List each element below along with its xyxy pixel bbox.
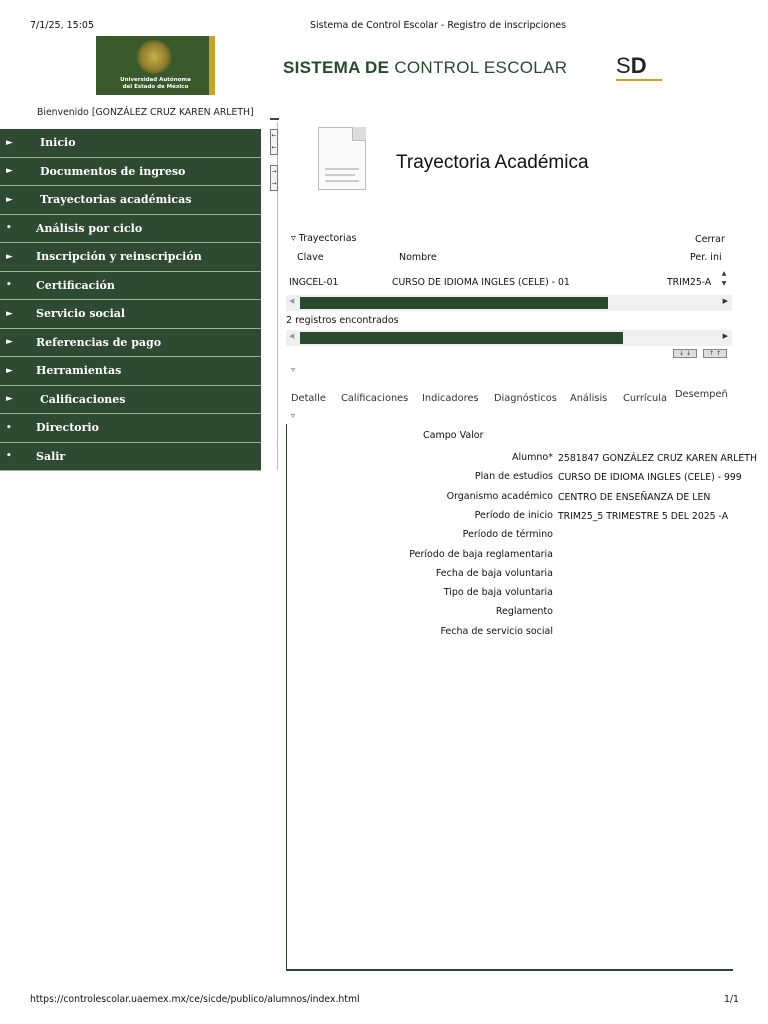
bullet-icon: • (6, 422, 12, 433)
sidebar-item-directorio[interactable]: • Directorio (0, 414, 261, 443)
footer-page-number: 1/1 (724, 994, 739, 1005)
sd-logo: SD (616, 53, 647, 78)
arrow-right-icon: ► (6, 166, 13, 177)
sidebar-item-label: Certificación (36, 278, 115, 292)
scroll-right-icon[interactable]: ▶ (723, 332, 728, 340)
field-label: Período de inicio (474, 509, 553, 521)
field-value: TRIM25_5 TRIMESTRE 5 DEL 2025 -A (558, 510, 729, 522)
cell-clave: INGCEL-01 (289, 277, 339, 288)
field-label: Período de término (462, 529, 553, 541)
print-title: Sistema de Control Escolar - Registro de… (310, 20, 567, 31)
field-label: Plan de estudios (474, 471, 553, 483)
scrollbar-thumb[interactable] (300, 297, 608, 309)
horizontal-scrollbar[interactable]: ◀ ▶ (286, 295, 732, 311)
sidebar-menu: ► Inicio ► Documentos de ingreso ► Trayectori… (0, 129, 261, 471)
sidebar-item-label: Calificaciones (40, 392, 126, 406)
sidebar-item-label: Salir (36, 449, 66, 463)
field-label: Alumno* (512, 452, 553, 463)
document-icon (318, 127, 366, 190)
field-label: Fecha de servicio social (440, 625, 553, 637)
page-title: Trayectoria Académica (396, 152, 589, 173)
sidebar-item-certificación[interactable]: • Certificación (0, 271, 261, 300)
tab-desempeñ[interactable]: Desempeñ (675, 389, 728, 400)
field-label: Organismo académico (446, 490, 553, 502)
university-name: Universidad Autónoma del Estado de Méxic… (120, 77, 191, 90)
sidebar-item-análisis-por-ciclo[interactable]: • Análisis por ciclo (0, 214, 261, 243)
sidebar-item-herramientas[interactable]: ► Herramientas (0, 357, 261, 386)
arrow-right-icon: ► (6, 194, 13, 205)
tab-análisis[interactable]: Análisis (570, 393, 607, 404)
spinner-up-icon[interactable]: ▲ (718, 269, 730, 279)
sidebar-item-documentos-de-ingreso[interactable]: ► Documentos de ingreso (0, 157, 261, 186)
bullet-icon: • (6, 451, 12, 462)
sidebar-item-servicio-social[interactable]: ► Servicio social (0, 300, 261, 329)
horizontal-scrollbar-2[interactable]: ◀ ▶ (286, 330, 732, 346)
arrow-right-icon: ► (6, 394, 13, 405)
arrow-right-icon: ► (6, 337, 13, 348)
arrow-right-icon: ► (6, 251, 13, 262)
field-label: Período de baja reglamentaria (409, 548, 553, 560)
scroll-left-icon[interactable]: ◀ (289, 297, 294, 305)
university-logo[interactable]: Universidad Autónoma del Estado de Méxic… (96, 36, 215, 95)
sidebar-item-label: Análisis por ciclo (36, 221, 143, 235)
field-value: CURSO DE IDIOMA INGLES (CELE) - 999 (558, 472, 742, 484)
print-datetime: 7/1/25, 15:05 (30, 20, 94, 31)
column-header-nombre[interactable]: Nombre (399, 252, 437, 263)
tab-diagnósticos[interactable]: Diagnósticos (494, 393, 557, 404)
field-label: Fecha de baja voluntaria (435, 567, 553, 579)
sidebar-item-label: Directorio (36, 421, 99, 435)
sidebar-item-inscripción-y-reinscripción[interactable]: ► Inscripción y reinscripción (0, 243, 261, 272)
university-seal-icon (136, 40, 172, 74)
sidebar-item-label: Referencias de pago (36, 335, 162, 349)
sidebar-item-label: Inscripción y reinscripción (36, 250, 202, 264)
arrow-right-icon: ► (6, 308, 13, 319)
tab-indicadores[interactable]: Indicadores (422, 393, 479, 404)
column-header-per-ini[interactable]: Per. ini (690, 252, 722, 263)
arrow-right-icon: ► (6, 365, 13, 376)
scroll-right-icon[interactable]: ▶ (723, 297, 728, 305)
scrollbar-thumb[interactable] (300, 332, 623, 344)
tab-calificaciones[interactable]: Calificaciones (341, 393, 408, 404)
field-label: Reglamento (495, 606, 553, 618)
expand-sidebar-button[interactable]: → → (270, 165, 278, 191)
welcome-text: Bienvenido [GONZÁLEZ CRUZ KAREN ARLETH] (37, 107, 254, 118)
sidebar-item-label: Trayectorias académicas (40, 193, 192, 207)
system-title: SISTEMA DE CONTROL ESCOLAR (283, 58, 568, 77)
print-header: 7/1/25, 15:05 Sistema de Control Escolar… (0, 20, 768, 34)
sidebar-item-salir[interactable]: • Salir (0, 442, 261, 471)
footer-url: https://controlescolar.uaemex.mx/ce/sicd… (30, 994, 360, 1005)
sidebar-item-calificaciones[interactable]: ► Calificaciones (0, 385, 261, 414)
field-value: CENTRO DE ENSEÑANZA DE LEN (558, 491, 711, 503)
records-found: 2 registros encontrados (286, 315, 399, 326)
sidebar-item-label: Servicio social (36, 307, 126, 321)
trajectories-toggle[interactable]: ▿ Trayectorias (291, 233, 356, 244)
close-link[interactable]: Cerrar (695, 234, 725, 245)
sidebar-item-referencias-de-pago[interactable]: ► Referencias de pago (0, 328, 261, 357)
sidebar-item-inicio[interactable]: ► Inicio (0, 129, 261, 158)
bullet-icon: • (6, 223, 12, 234)
collapse-sidebar-button[interactable]: ← ← (270, 129, 278, 155)
arrow-right-icon: ► (6, 137, 13, 148)
scroll-left-icon[interactable]: ◀ (289, 332, 294, 340)
column-header-clave[interactable]: Clave (297, 252, 324, 263)
detail-header: Campo Valor (423, 430, 484, 441)
sidebar-item-label: Herramientas (36, 364, 122, 378)
sort-down-button[interactable]: ↓ ↓ (673, 349, 697, 358)
field-value: 2581847 GONZÁLEZ CRUZ KAREN ARLETH (558, 453, 757, 464)
field-label: Tipo de baja voluntaria (443, 587, 553, 599)
splitter: ← ← → → (270, 129, 278, 201)
tab-currícula[interactable]: Currícula (623, 393, 667, 404)
sidebar-item-label: Inicio (40, 136, 76, 150)
cell-nombre: CURSO DE IDIOMA INGLES (CELE) - 01 (392, 277, 570, 288)
sort-up-button[interactable]: ↑ ↑ (703, 349, 727, 358)
row-spinner[interactable]: ▲ ▼ (718, 269, 730, 291)
expand-triangle-icon[interactable]: ▿ (291, 365, 295, 374)
spinner-down-icon[interactable]: ▼ (718, 279, 730, 289)
cell-per-ini: TRIM25-A (667, 277, 712, 288)
tab-detalle[interactable]: Detalle (291, 393, 326, 404)
bullet-icon: • (6, 280, 12, 291)
expand-triangle-icon[interactable]: ▿ (291, 411, 295, 420)
sidebar-item-trayectorias-académicas[interactable]: ► Trayectorias académicas (0, 186, 261, 215)
sidebar-item-label: Documentos de ingreso (40, 164, 186, 178)
